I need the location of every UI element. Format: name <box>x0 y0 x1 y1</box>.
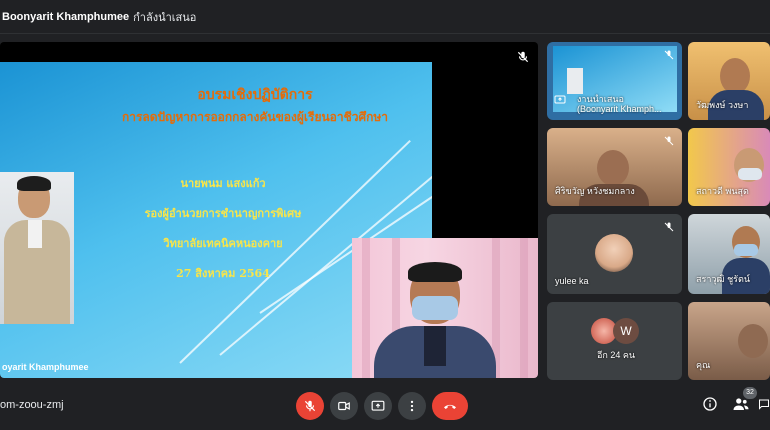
slide-title: อบรมเชิงปฏิบัติการ การลดปัญหาการออกกลางค… <box>100 84 410 128</box>
camera-icon <box>338 401 350 411</box>
participant-tile-others[interactable]: W อีก 24 คน <box>547 302 682 380</box>
participant-name: ศิริขวัญ หวังชมกลาง <box>555 186 635 196</box>
slide-date: 27 สิงหาคม 2564 <box>176 267 270 280</box>
participant-tile[interactable]: คุณ <box>688 302 770 380</box>
slide-speaker-name: นายพนม แสงแก้ว <box>180 177 266 190</box>
slide-title-line-2: การลดปัญหาการออกกลางคันของผู้เรียนอาชีวศ… <box>121 110 389 124</box>
present-screen-icon <box>371 400 385 411</box>
participant-tile[interactable]: สราวุฒิ ชูรัตน์ <box>688 214 770 294</box>
participant-avatar-letter: W <box>613 318 639 344</box>
participant-avatar <box>595 234 633 272</box>
speaker-photo <box>0 172 74 324</box>
mic-off-icon <box>304 400 316 412</box>
participant-video <box>738 324 768 358</box>
participant-tile[interactable]: ศิริขวัญ หวังชมกลาง <box>547 128 682 206</box>
participant-tile-presentation[interactable]: งานนำเสนอ (Boonyarit Khamph... <box>547 42 682 120</box>
slide-title-line-1: อบรมเชิงปฏิบัติการ <box>197 87 313 103</box>
meeting-details-button[interactable] <box>700 394 720 414</box>
present-screen-icon <box>554 95 566 104</box>
participant-name: สถาวดี พนสุด <box>696 186 749 196</box>
slide-institution: วิทยาลัยเทคนิคหนองคาย <box>163 237 283 250</box>
presenting-status: กำลังนำเสนอ <box>133 11 197 24</box>
participant-tile[interactable]: สถาวดี พนสุด <box>688 128 770 206</box>
participant-count-badge: 32 <box>743 387 757 399</box>
info-icon <box>703 397 717 411</box>
mic-off-icon <box>664 136 674 146</box>
chat-button[interactable] <box>758 394 770 414</box>
participant-tile[interactable]: yulee ka <box>547 214 682 294</box>
main-presentation-stage[interactable]: อบรมเชิงปฏิบัติการ การลดปัญหาการออกกลางค… <box>0 42 538 378</box>
participant-tile[interactable]: วัฒพงษ์ วงษา <box>688 42 770 120</box>
call-end-icon <box>444 404 456 409</box>
slide-speaker-role: รองผู้อำนวยการชำนาญการพิเศษ <box>144 207 302 220</box>
mic-off-icon <box>517 51 529 63</box>
participant-name: วัฒพงษ์ วงษา <box>696 100 749 110</box>
participant-name: คุณ <box>696 360 711 370</box>
mic-off-icon <box>664 50 674 60</box>
more-vert-icon <box>410 400 414 412</box>
participant-name: งานนำเสนอ (Boonyarit Khamph... <box>577 94 662 114</box>
participant-name: สราวุฒิ ชูรัตน์ <box>696 274 751 284</box>
camera-toggle-button[interactable] <box>330 392 358 420</box>
participant-video <box>597 150 629 186</box>
stage-speaker-label: oyarit Khamphumee <box>2 362 89 372</box>
mic-off-icon <box>664 222 674 232</box>
leave-call-button[interactable] <box>432 392 468 420</box>
others-count: อีก 24 คน <box>597 350 636 360</box>
more-options-button[interactable] <box>398 392 426 420</box>
presenter-name: Boonyarit Khamphumee <box>2 10 130 23</box>
present-now-button[interactable] <box>364 392 392 420</box>
presenter-camera <box>352 238 538 378</box>
presenter-banner: Boonyarit Khamphumee กำลังนำเสนอ <box>0 0 770 34</box>
participant-video <box>720 58 750 94</box>
participant-name: yulee ka <box>555 276 589 286</box>
meeting-controls-bar: om-zoou-zmj <box>0 384 770 430</box>
mic-toggle-button[interactable] <box>296 392 324 420</box>
chat-icon <box>759 399 769 410</box>
meeting-code: om-zoou-zmj <box>0 399 64 411</box>
